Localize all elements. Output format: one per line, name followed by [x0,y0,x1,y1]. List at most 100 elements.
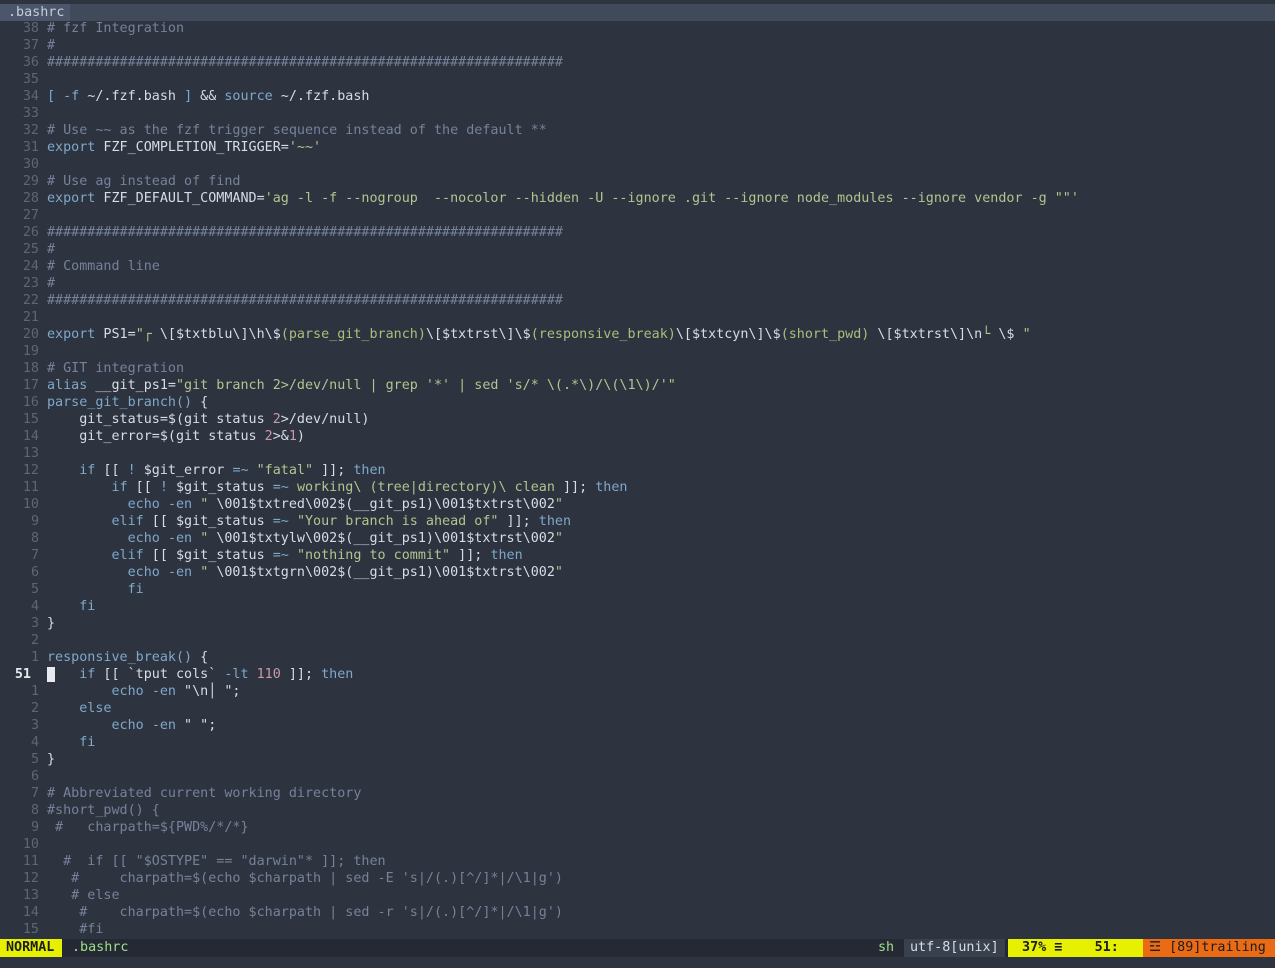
code-line[interactable]: 8 echo -en " \001$txtylw\002$(__git_ps1)… [0,530,1275,547]
code-line[interactable]: 15 git_status=$(git status 2>/dev/null) [0,411,1275,428]
line-number: 33 [22,106,39,121]
code-line[interactable]: 1 echo -en "\n│ "; [0,683,1275,700]
line-number: 9 [30,820,39,835]
code-line[interactable]: 30 [0,156,1275,173]
command-line[interactable] [0,957,1275,968]
line-number: 5 [30,752,39,767]
code-line[interactable]: 27 [0,207,1275,224]
line-text: # Use ag instead of find [47,173,240,190]
line-number: 30 [22,157,39,172]
code-line[interactable]: 32 # Use ~~ as the fzf trigger sequence i… [0,122,1275,139]
code-line[interactable]: 1 responsive_break() { [0,649,1275,666]
line-number: 20 [22,327,39,342]
code-line[interactable]: 34 [ -f ~/.fzf.bash ] && source ~/.fzf.ba… [0,88,1275,105]
status-filename: .bashrc [72,940,129,955]
line-number: 7 [30,548,39,563]
tab-bashrc[interactable]: .bashrc [0,4,71,21]
code-line[interactable]: 33 [0,105,1275,122]
code-line[interactable]: 10 [0,836,1275,853]
line-number: 15 [22,412,39,427]
code-line[interactable]: 7 elif [[ $git_status =~ "nothing to com… [0,547,1275,564]
code-line[interactable]: 3 echo -en " "; [0,717,1275,734]
line-number: 34 [22,89,39,104]
token: [[ $git_status [143,548,273,563]
token: if [79,463,96,478]
code-line[interactable]: 2 else [0,700,1275,717]
code-line[interactable]: 37 # [0,37,1275,54]
code-line[interactable]: 2 [0,632,1275,649]
line-number: 29 [22,174,39,189]
line-number: 27 [22,208,39,223]
line-text: } [47,615,55,632]
token: elif [111,514,144,529]
code-line[interactable]: 13 [0,445,1275,462]
token: echo [111,718,144,733]
editor-buffer[interactable]: 38 # fzf Integration 37 #36 ################… [0,20,1275,939]
token: =~ [272,514,289,529]
line-number: 16 [22,395,39,410]
code-line[interactable]: 6 echo -en " \001$txtgrn\002$(__git_ps1)… [0,564,1275,581]
code-line[interactable]: 24 # Command line [0,258,1275,275]
code-line[interactable]: 11 if [[ ! $git_status =~ working\ (tree… [0,479,1275,496]
code-line[interactable]: 23 # [0,275,1275,292]
code-line[interactable]: 10 echo -en " \001$txtred\002$(__git_ps1… [0,496,1275,513]
code-line[interactable]: 13 # else [0,887,1275,904]
code-line[interactable]: 9 elif [[ $git_status =~ "Your branch is… [0,513,1275,530]
line-text: ########################################… [47,224,563,241]
token: ]]; [313,463,354,478]
token: __git_ps1= [87,378,176,393]
token: \[$txtrst\]\$ [425,327,531,342]
line-number: 37 [22,38,39,53]
code-line[interactable]: 3} [0,615,1275,632]
code-line[interactable]: 15 #fi [0,921,1275,938]
code-line[interactable]: 16 parse_git_branch() { [0,394,1275,411]
code-line[interactable]: 5} [0,751,1275,768]
code-line[interactable]: 25 # [0,241,1275,258]
code-line[interactable]: 11 # if [[ "$OSTYPE" == "darwin"* ]]; th… [0,853,1275,870]
code-line[interactable]: 12 if [[ ! $git_error =~ "fatal" ]]; the… [0,462,1275,479]
token: { [192,650,209,665]
token: ########################################… [47,293,563,308]
line-text: echo -en " \001$txtred\002$(__git_ps1)\0… [47,496,563,513]
token: # [47,38,56,53]
code-line[interactable]: 9 # charpath=${PWD%/*/*} [0,819,1275,836]
token: -en [151,684,176,699]
code-line[interactable]: 7 # Abbreviated current working directory [0,785,1275,802]
code-line[interactable]: 20 export PS1="┌ \[$txtblu\]\h\$(parse_gi… [0,326,1275,343]
line-text: echo -en " \001$txtylw\002$(__git_ps1)\0… [47,530,563,547]
token: -en [167,531,193,546]
line-number: 32 [22,123,39,138]
code-line[interactable]: 4 fi [0,734,1275,751]
code-line[interactable]: 31 export FZF_COMPLETION_TRIGGER='~~' [0,139,1275,156]
code-line[interactable]: 36 ######################################… [0,54,1275,71]
token: git_status=$(git status [47,412,273,427]
token: ]]; [450,548,491,563]
token: echo [111,684,144,699]
code-line[interactable]: 17 alias __git_ps1="git branch 2>/dev/nul… [0,377,1275,394]
line-text: elif [[ $git_status =~ "nothing to commi… [47,547,523,564]
code-line[interactable]: 21 [0,309,1275,326]
code-line[interactable]: 14 # charpath=$(echo $charpath | sed -r … [0,904,1275,921]
code-line[interactable]: 19 [0,343,1275,360]
code-line[interactable]: 18 # GIT integration [0,360,1275,377]
current-line[interactable]: 51 if [[ `tput cols` -lt 110 ]]; then [0,666,1275,683]
token: [[ [127,480,160,495]
code-line[interactable]: 38 # fzf Integration [0,20,1275,37]
code-line[interactable]: 5 fi [0,581,1275,598]
code-line[interactable]: 14 git_error=$(git status 2>&1) [0,428,1275,445]
code-line[interactable]: 22 ######################################… [0,292,1275,309]
code-line[interactable]: 35 [0,71,1275,88]
code-line[interactable]: 26 ######################################… [0,224,1275,241]
code-line[interactable]: 29 # Use ag instead of find [0,173,1275,190]
token: \$ [998,327,1023,342]
token: echo [127,531,160,546]
code-line[interactable]: 4 fi [0,598,1275,615]
token: ]]; [554,480,596,495]
line-text: # charpath=$(echo $charpath | sed -r 's|… [47,904,563,921]
code-line[interactable]: 12 # charpath=$(echo $charpath | sed -E … [0,870,1275,887]
line-number: 14 [22,905,39,920]
code-line[interactable]: 6 [0,768,1275,785]
code-line[interactable]: 28 export FZF_DEFAULT_COMMAND='ag -l -f -… [0,190,1275,207]
code-line[interactable]: 8 #short_pwd() { [0,802,1275,819]
